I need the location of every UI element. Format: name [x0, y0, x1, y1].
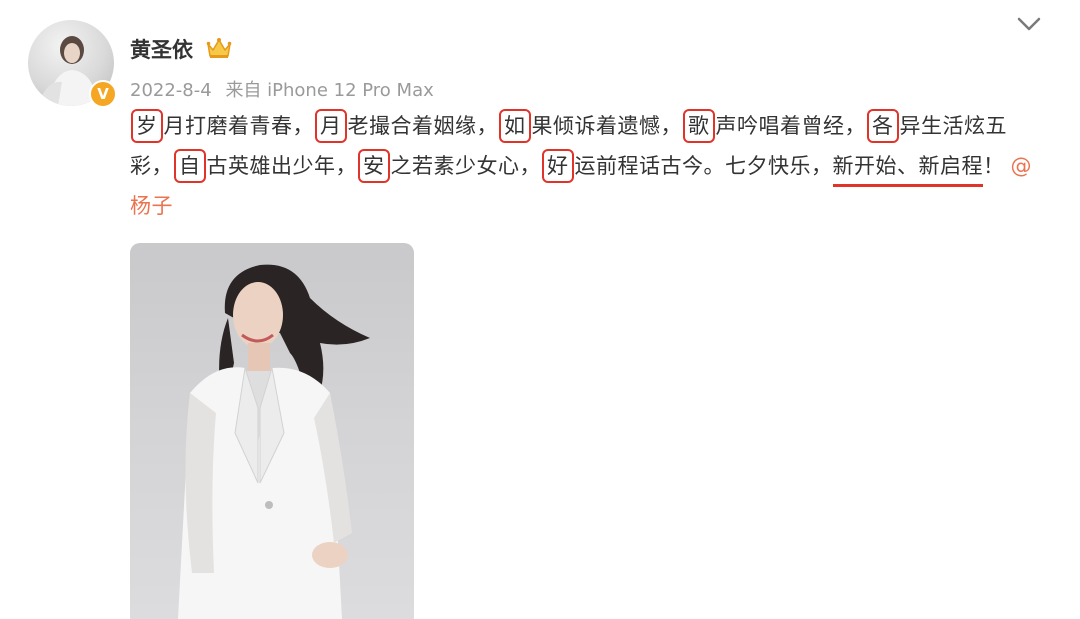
crown-icon[interactable]	[206, 36, 232, 60]
text-segment: 老撮合着姻缘，	[347, 114, 498, 138]
post-source: 来自 iPhone 12 Pro Max	[225, 80, 434, 101]
post-date[interactable]: 2022-8-4	[130, 80, 212, 101]
highlight-char: 各	[867, 109, 899, 143]
weibo-post: V 黄圣依 2022-8-4 来自 iPhone 12 Pro Max 岁月打磨…	[0, 0, 1080, 619]
username[interactable]: 黄圣依	[130, 34, 193, 64]
text-segment: 古英雄出少年，	[206, 154, 357, 178]
highlight-char: 好	[542, 149, 574, 183]
highlight-char: 自	[174, 149, 206, 183]
highlight-char: 月	[315, 109, 347, 143]
text-segment: 之若素少女心，	[390, 154, 541, 178]
verified-badge: V	[89, 80, 117, 108]
post-meta: 2022-8-4 来自 iPhone 12 Pro Max	[130, 76, 434, 102]
text-segment: 月打磨着青春，	[163, 114, 314, 138]
highlight-char: 歌	[683, 109, 715, 143]
highlight-char: 安	[358, 149, 390, 183]
highlight-char: 如	[499, 109, 531, 143]
text-segment: 声吟唱着曾经，	[715, 114, 866, 138]
text-segment: 运前程话古今。七夕快乐，	[574, 154, 833, 178]
post-image[interactable]	[130, 243, 414, 619]
post-content: 岁月打磨着青春，月老撮合着姻缘，如果倾诉着遗憾，歌声吟唱着曾经，各异生活炫五彩，…	[130, 106, 1040, 226]
text-segment: ！	[983, 154, 1005, 178]
chevron-down-icon[interactable]	[1016, 14, 1042, 34]
highlight-char: 岁	[131, 109, 163, 143]
photo-illustration	[178, 264, 370, 619]
underlined-text: 新开始、新启程	[832, 154, 983, 187]
text-segment: 果倾诉着遗憾，	[531, 114, 682, 138]
